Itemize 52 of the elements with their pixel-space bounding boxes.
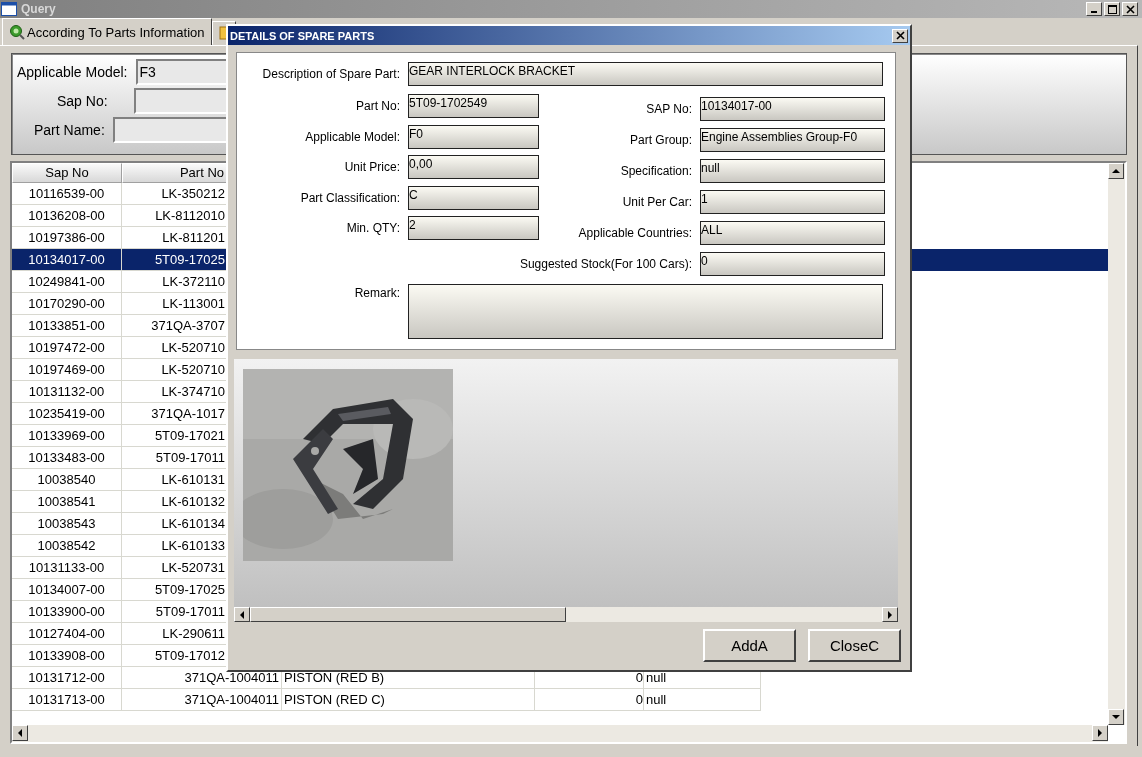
remark-field[interactable] bbox=[408, 284, 883, 339]
field-label: Part Group: bbox=[628, 133, 692, 147]
close-icon bbox=[895, 31, 905, 40]
maximize-button[interactable] bbox=[1104, 2, 1120, 16]
dialog-title: DETAILS OF SPARE PARTS bbox=[230, 29, 375, 42]
input-field[interactable]: Engine Assemblies Group-F0 bbox=[700, 128, 885, 152]
column-header[interactable]: Sap No bbox=[12, 163, 122, 183]
field-label: SAP No: bbox=[645, 102, 692, 116]
table-cell: null bbox=[644, 689, 761, 711]
table-cell: PISTON (RED C) bbox=[282, 689, 535, 711]
window-title: Query bbox=[21, 2, 56, 16]
field-label: Applicable Model: bbox=[304, 129, 400, 144]
filter-label: Sap No: bbox=[57, 93, 108, 109]
field-label: Min. QTY: bbox=[345, 221, 400, 235]
field-label: Unit Price: bbox=[343, 160, 400, 174]
maximize-icon bbox=[1107, 4, 1117, 14]
window-icon bbox=[1, 2, 17, 16]
field-label: Suggested Stock(For 100 Cars): bbox=[518, 257, 692, 271]
input-field[interactable]: 0 bbox=[700, 252, 885, 276]
field-label: Description of Spare Part: bbox=[261, 67, 400, 81]
filter-label: Part Name: bbox=[34, 122, 105, 138]
horizontal-scrollbar[interactable] bbox=[12, 725, 1108, 742]
horizontal-scrollbar[interactable] bbox=[234, 607, 898, 622]
field-label: Part Classification: bbox=[299, 190, 400, 205]
close-dialog-button[interactable]: CloseC bbox=[808, 629, 901, 662]
input-field[interactable]: ALL bbox=[700, 221, 885, 245]
input-field[interactable]: F0 bbox=[408, 124, 539, 149]
input-field[interactable]: 5T09-1702549 bbox=[408, 94, 539, 118]
search-icon bbox=[9, 24, 25, 40]
close-button[interactable] bbox=[892, 28, 908, 43]
input-field[interactable]: 2 bbox=[408, 216, 539, 240]
minimize-button[interactable] bbox=[1086, 2, 1102, 16]
input-field[interactable]: 10134017-00 bbox=[700, 97, 885, 121]
add-button[interactable]: AddA bbox=[703, 629, 796, 662]
input-field[interactable]: 0,00 bbox=[408, 155, 539, 179]
field-label: Specification: bbox=[619, 164, 692, 178]
field-label: Applicable Countries: bbox=[577, 226, 692, 240]
close-button[interactable] bbox=[1122, 2, 1138, 16]
field-label: Remark: bbox=[353, 285, 400, 300]
vertical-scrollbar[interactable] bbox=[1108, 163, 1125, 725]
tab[interactable]: According To Parts Information bbox=[2, 18, 212, 46]
field-label: Unit Per Car: bbox=[621, 195, 692, 209]
close-icon bbox=[1125, 4, 1135, 14]
table-cell: 0 bbox=[535, 689, 644, 711]
table-cell: 371QA-1004011 bbox=[122, 689, 282, 711]
input-field[interactable]: GEAR INTERLOCK BRACKET bbox=[408, 62, 883, 86]
input-field[interactable]: C bbox=[408, 185, 539, 210]
input-field[interactable]: null bbox=[700, 159, 885, 183]
table-cell: 10131713-00 bbox=[12, 689, 122, 711]
input-field[interactable]: 1 bbox=[700, 190, 885, 214]
filter-label: Applicable Model: bbox=[17, 64, 128, 80]
field-label: Part No: bbox=[355, 99, 400, 113]
